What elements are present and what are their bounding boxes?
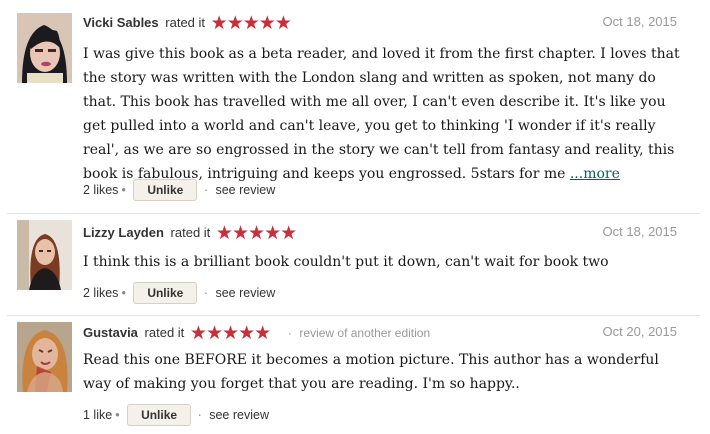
unlike-button[interactable]: Unlike (127, 404, 192, 426)
review-body: Read this one BEFORE it becomes a motion… (83, 352, 659, 392)
review-actions: 1 like • Unlike · see review (83, 404, 269, 426)
star-icon: ★ (274, 13, 292, 34)
likes-count[interactable]: 2 likes (83, 286, 118, 300)
review-header: Lizzy Layden rated it ★★★★★ Oct 18, 2015 (83, 222, 700, 244)
review-item: Vicki Sables rated it ★★★★★ Oct 18, 2015… (0, 0, 700, 213)
see-review-link[interactable]: see review (215, 183, 275, 197)
star-icon: ★ (231, 223, 249, 244)
dot-separator: · (203, 183, 208, 197)
star-rating: ★★★★★ (210, 12, 292, 35)
star-icon: ★ (242, 13, 260, 34)
review-text: I think this is a brilliant book couldn'… (83, 250, 683, 274)
reviewer-name[interactable]: Vicki Sables (83, 15, 159, 30)
star-icon: ★ (205, 323, 223, 344)
avatar[interactable] (17, 13, 72, 83)
review-actions: 2 likes • Unlike · see review (83, 282, 275, 304)
bullet-separator: • (121, 286, 126, 300)
avatar[interactable] (17, 220, 72, 290)
more-link[interactable]: ...more (570, 166, 620, 182)
dot-separator: · (203, 286, 208, 300)
rated-it-label: rated it (165, 15, 206, 30)
review-text: I was give this book as a beta reader, a… (83, 42, 683, 186)
star-rating: ★★★★★ (189, 322, 271, 345)
rated-it-label: rated it (144, 325, 185, 340)
review-date[interactable]: Oct 18, 2015 (603, 14, 677, 29)
review-date[interactable]: Oct 18, 2015 (603, 224, 677, 239)
star-icon: ★ (215, 223, 233, 244)
star-icon: ★ (226, 13, 244, 34)
review-body: I think this is a brilliant book couldn'… (83, 254, 609, 270)
unlike-button[interactable]: Unlike (133, 179, 198, 201)
star-icon: ★ (280, 223, 297, 244)
review-text: Read this one BEFORE it becomes a motion… (83, 348, 683, 396)
bullet-separator: • (115, 408, 120, 422)
review-body: I was give this book as a beta reader, a… (83, 46, 680, 182)
reviewer-name[interactable]: Lizzy Layden (83, 225, 164, 240)
avatar[interactable] (17, 322, 72, 392)
edition-separator: · (287, 326, 292, 340)
edition-note[interactable]: review of another edition (299, 326, 430, 340)
rated-it-label: rated it (170, 225, 211, 240)
likes-count[interactable]: 2 likes (83, 183, 118, 197)
review-date[interactable]: Oct 20, 2015 (603, 324, 677, 339)
star-icon: ★ (189, 323, 207, 344)
review-item: Lizzy Layden rated it ★★★★★ Oct 18, 2015… (0, 214, 700, 315)
star-icon: ★ (210, 13, 228, 34)
star-icon: ★ (238, 323, 255, 344)
review-actions: 2 likes • Unlike · see review (83, 179, 275, 201)
review-item: Gustavia rated it ★★★★★ · review of anot… (0, 316, 700, 434)
see-review-link[interactable]: see review (215, 286, 275, 300)
likes-count[interactable]: 1 like (83, 408, 112, 422)
dot-separator: · (197, 408, 202, 422)
review-header: Vicki Sables rated it ★★★★★ Oct 18, 2015 (83, 12, 700, 34)
unlike-button[interactable]: Unlike (133, 282, 198, 304)
star-icon: ★ (258, 13, 276, 34)
reviewer-name[interactable]: Gustavia (83, 325, 138, 340)
star-icon: ★ (248, 223, 265, 244)
review-header: Gustavia rated it ★★★★★ · review of anot… (83, 322, 700, 344)
star-rating: ★★★★★ (215, 222, 297, 245)
star-icon: ★ (254, 323, 271, 344)
star-icon: ★ (264, 223, 281, 244)
see-review-link[interactable]: see review (209, 408, 269, 422)
star-icon: ★ (222, 323, 239, 344)
bullet-separator: • (121, 183, 126, 197)
